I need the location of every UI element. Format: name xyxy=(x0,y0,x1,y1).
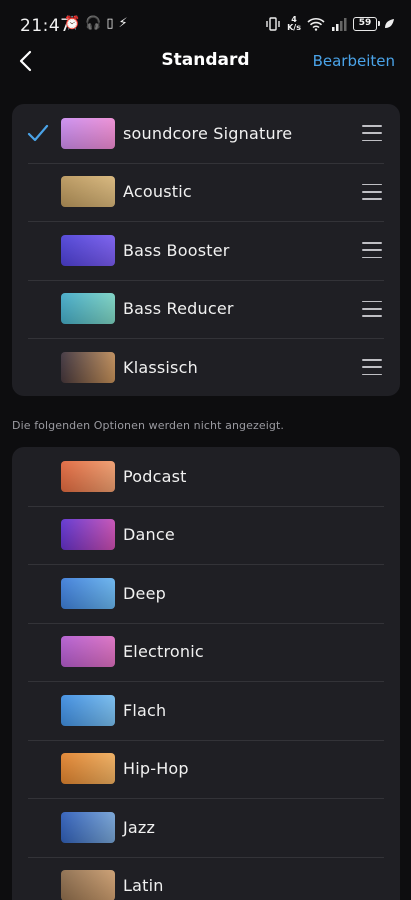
preset-thumbnail xyxy=(61,870,115,900)
drag-handle-line xyxy=(362,300,382,303)
drag-handle-line xyxy=(362,198,382,200)
preset-label: Deep xyxy=(123,583,166,603)
drag-handle-line xyxy=(362,359,382,361)
preset-thumbnail xyxy=(61,234,115,266)
drag-handle-line xyxy=(362,249,382,252)
preset-thumbnail xyxy=(61,460,115,492)
eq-preset-row[interactable]: Dance xyxy=(12,505,400,565)
preset-thumbnail xyxy=(61,117,115,149)
eq-preset-row[interactable]: Bass Booster xyxy=(12,221,400,280)
eq-preset-row[interactable]: Electronic xyxy=(12,622,400,682)
vibrate-icon xyxy=(266,17,280,31)
drag-handle-line xyxy=(362,366,382,369)
eq-preset-row[interactable]: Hip-Hop xyxy=(12,739,400,799)
preset-label: Podcast xyxy=(123,466,187,486)
nav-bar: Standard Bearbeiten xyxy=(0,40,411,82)
alarm-icon: ⏰ xyxy=(64,16,81,31)
status-notification-icons: ⏰ 🎧 ▯ ⚡ xyxy=(64,16,128,31)
eq-preset-row[interactable]: Latin xyxy=(12,856,400,900)
headphones-icon: 🎧 xyxy=(85,16,102,31)
preset-thumbnail xyxy=(61,351,115,383)
preset-thumbnail xyxy=(61,753,115,785)
drag-handle-line xyxy=(362,307,382,310)
drag-handle-line xyxy=(362,183,382,186)
drag-handle-line xyxy=(362,242,382,244)
drag-handle-line xyxy=(362,132,382,135)
drag-handle-icon[interactable] xyxy=(362,242,382,259)
drag-handle-line xyxy=(362,315,382,317)
preset-label: Bass Reducer xyxy=(123,299,234,319)
preset-thumbnail xyxy=(61,811,115,843)
drag-handle-icon[interactable] xyxy=(362,125,382,142)
preset-label: Bass Booster xyxy=(123,240,230,260)
eq-preset-row[interactable]: Klassisch xyxy=(12,338,400,396)
battery-indicator: 59 xyxy=(353,17,380,31)
chevron-left-icon xyxy=(19,50,32,72)
signal-icon xyxy=(332,18,347,31)
visible-presets-list: soundcore Signature Acoustic Bass Booster B… xyxy=(12,104,400,396)
preset-thumbnail xyxy=(61,293,115,325)
status-system-icons: 4 K/s 59 xyxy=(265,16,395,32)
preset-thumbnail xyxy=(61,577,115,609)
leaf-icon xyxy=(385,19,394,28)
edit-button[interactable]: Bearbeiten xyxy=(313,52,395,70)
drag-handle-line xyxy=(362,373,382,376)
drag-handle-line xyxy=(362,139,382,142)
eq-preset-row[interactable]: Jazz xyxy=(12,798,400,857)
preset-label: Latin xyxy=(123,876,164,896)
hidden-presets-list: Podcast Dance Deep Electronic Flach Hip-Hop Ja… xyxy=(12,447,400,900)
eq-preset-row[interactable]: Podcast xyxy=(12,447,400,506)
network-speed: 4 K/s xyxy=(287,15,301,32)
drag-handle-line xyxy=(362,256,382,259)
drag-handle-icon[interactable] xyxy=(362,300,382,317)
preset-label: Jazz xyxy=(123,817,156,837)
checkmark-icon xyxy=(27,124,49,142)
wifi-icon xyxy=(307,18,325,31)
hidden-section-note: Die folgenden Optionen werden nicht ange… xyxy=(12,419,284,432)
eq-preset-row[interactable]: Deep xyxy=(12,564,400,623)
preset-label: Acoustic xyxy=(123,182,192,202)
preset-thumbnail xyxy=(61,636,115,668)
eq-preset-row[interactable]: soundcore Signature xyxy=(12,104,400,163)
preset-label: Hip-Hop xyxy=(123,759,189,779)
app-notification-icon: ⚡ xyxy=(118,16,128,31)
drag-handle-line xyxy=(362,125,382,127)
preset-label: Klassisch xyxy=(123,357,198,377)
preset-label: Flach xyxy=(123,700,167,720)
preset-label: Electronic xyxy=(123,642,204,662)
eq-preset-row[interactable]: Bass Reducer xyxy=(12,279,400,339)
drag-handle-icon[interactable] xyxy=(362,359,382,376)
preset-label: Dance xyxy=(123,525,175,545)
eq-preset-row[interactable]: Flach xyxy=(12,681,400,740)
preset-thumbnail xyxy=(61,176,115,208)
preset-thumbnail xyxy=(61,694,115,726)
preset-label: soundcore Signature xyxy=(123,123,293,143)
eq-preset-row[interactable]: Acoustic xyxy=(12,162,400,222)
preset-thumbnail xyxy=(61,519,115,551)
battery-saver-icon: ▯ xyxy=(106,16,114,31)
drag-handle-icon[interactable] xyxy=(362,183,382,200)
drag-handle-line xyxy=(362,190,382,193)
back-button[interactable] xyxy=(10,46,40,76)
